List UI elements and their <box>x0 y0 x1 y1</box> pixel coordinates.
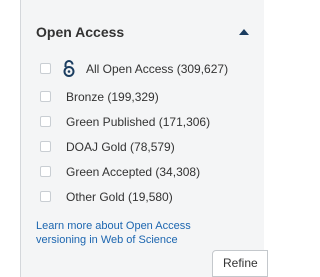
checkbox[interactable] <box>40 116 51 127</box>
collapse-button[interactable] <box>236 25 252 39</box>
filter-label: Bronze (199,329) <box>66 90 159 104</box>
refine-button[interactable]: Refine <box>212 250 268 277</box>
checkbox[interactable] <box>40 91 51 102</box>
filter-option-green-published[interactable]: Green Published (171,306) <box>21 112 264 134</box>
filter-option-bronze[interactable]: Bronze (199,329) <box>21 87 264 109</box>
panel-title: Open Access <box>36 24 125 40</box>
filter-label: DOAJ Gold (78,579) <box>66 140 175 154</box>
checkbox[interactable] <box>40 191 51 202</box>
filter-option-all-open-access[interactable]: All Open Access (309,627) <box>21 59 264 81</box>
filter-option-green-accepted[interactable]: Green Accepted (34,308) <box>21 162 264 184</box>
checkbox[interactable] <box>40 141 51 152</box>
filter-label: All Open Access (309,627) <box>86 62 229 76</box>
chevron-up-icon <box>239 29 249 35</box>
filter-option-other-gold[interactable]: Other Gold (19,580) <box>21 187 264 209</box>
checkbox[interactable] <box>40 166 51 177</box>
filter-option-doaj-gold[interactable]: DOAJ Gold (78,579) <box>21 137 264 159</box>
checkbox[interactable] <box>40 63 51 74</box>
filter-label: Green Accepted (34,308) <box>66 165 201 179</box>
open-access-filter-panel: Open Access All Open Access (309,627) Br… <box>20 0 268 277</box>
open-access-icon <box>63 60 75 77</box>
filter-label: Other Gold (19,580) <box>66 190 173 204</box>
learn-more-link[interactable]: Learn more about Open Access versioning … <box>36 219 236 247</box>
panel-header: Open Access <box>21 22 264 42</box>
filter-label: Green Published (171,306) <box>66 115 211 129</box>
